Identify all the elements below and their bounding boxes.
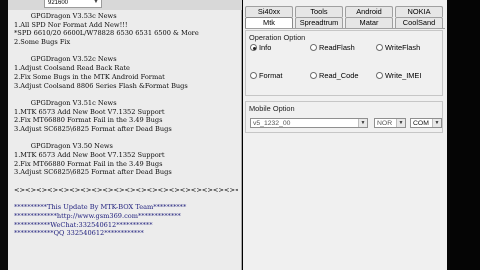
radio-format[interactable]: Format [250, 71, 282, 80]
radio-writeflash[interactable]: WriteFlash [376, 43, 420, 52]
log-line: 1.Adjust Coolsand Read Back Rate [14, 64, 130, 73]
left-edge-bar [0, 0, 8, 270]
tab-coolsand[interactable]: CoolSand [395, 17, 443, 28]
radio-dot-icon [250, 44, 257, 51]
log-line: 2.Fix MT66880 Format Fail in the 3.49 Bu… [14, 116, 163, 125]
tab-android[interactable]: Android [345, 6, 393, 17]
mobile-option-title: Mobile Option [249, 104, 295, 113]
port-combo[interactable]: COM ▼ [410, 118, 442, 128]
radio-label: ReadFlash [319, 43, 355, 52]
right-edge-bar [447, 0, 480, 270]
log-line: GPGDragon V3.51c News [14, 98, 117, 107]
radio-dot-icon [376, 44, 383, 51]
log-line: <><><><><><><><><><><><><><><><><><><><>… [14, 185, 238, 194]
tab-tools[interactable]: Tools [295, 6, 343, 17]
tab-spreadtrum[interactable]: Spreadtrum [295, 17, 343, 28]
radio-dot-icon [310, 72, 317, 79]
chevron-down-icon: ▼ [358, 119, 367, 127]
tab-row-lower: Mtk Spreadtrum Matar CoolSand [245, 17, 445, 28]
log-line: 3.Adjust SC6825\6825 Format after Dead B… [14, 124, 172, 133]
flash-type-value: NOR [377, 120, 393, 127]
log-line: *SPD 6610/20 6600L/W78828 6530 6531 6500… [14, 29, 199, 38]
tab-divider [245, 28, 445, 29]
log-line: 2.Fix Some Bugs in the MTK Android Forma… [14, 72, 165, 81]
radio-dot-icon [250, 72, 257, 79]
radio-dot-icon [310, 44, 317, 51]
chevron-down-icon: ▼ [432, 119, 441, 127]
log-line: GPGDragon V3.53c News [14, 12, 117, 20]
mobile-option-group: Mobile Option v5_1232_00 ▼ NOR ▼ COM ▼ [245, 101, 443, 133]
options-panel: Si40xx Tools Android NOKIA Mtk Spreadtrum Mat… [243, 0, 447, 270]
radio-label: Info [259, 43, 272, 52]
radio-readflash[interactable]: ReadFlash [310, 43, 355, 52]
log-line: ***********WeChat:332540612*********** [14, 220, 153, 229]
log-line: *************http://www.gsm369.com******… [14, 211, 181, 220]
log-line: GPGDragon V3.50 News [14, 142, 113, 151]
operation-option-group: Operation Option Info ReadFlash WriteFlash… [245, 30, 443, 96]
log-line: 1.MTK 6573 Add New Boot V7.1352 Support [14, 151, 165, 159]
radio-info[interactable]: Info [250, 43, 271, 52]
radio-label: Format [259, 71, 283, 80]
tab-si40xx[interactable]: Si40xx [245, 6, 293, 17]
tab-mtk[interactable]: Mtk [245, 17, 293, 28]
log-line: 3.Adjust Coolsand 8806 Series Flash &For… [14, 81, 188, 90]
log-line: ************QQ 332540612************ [14, 229, 144, 238]
log-line: 1.MTK 6573 Add New Boot V7.1352 Support [14, 107, 165, 116]
log-line: 3.Adjust SC6825\6825 Format after Dead B… [14, 168, 172, 177]
log-line: **********This Update By MTK-BOX Team***… [14, 203, 187, 212]
log-line: 2.Some Bugs Fix [14, 38, 71, 47]
baud-rate-value: 921600 [48, 0, 69, 6]
chevron-down-icon: ▼ [93, 0, 99, 5]
model-combo[interactable]: v5_1232_00 ▼ [250, 118, 368, 128]
flash-type-combo[interactable]: NOR ▼ [374, 118, 406, 128]
port-value: COM [413, 120, 429, 127]
radio-read-code[interactable]: Read_Code [310, 71, 358, 80]
radio-write-imei[interactable]: Write_IMEI [376, 71, 421, 80]
radio-label: Write_IMEI [385, 71, 422, 80]
baud-rate-combo[interactable]: 921600 ▼ [44, 0, 102, 8]
radio-label: Read_Code [319, 71, 359, 80]
operation-option-title: Operation Option [249, 33, 306, 42]
tab-nokia[interactable]: NOKIA [395, 6, 443, 17]
radio-label: WriteFlash [385, 43, 421, 52]
log-line: GPGDragon V3.52c News [14, 55, 117, 64]
log-top-strip: 921600 ▼ [8, 0, 242, 10]
model-value: v5_1232_00 [253, 120, 291, 127]
log-line: 1.All SPD Nor Format Add New!!! [14, 20, 128, 29]
radio-dot-icon [376, 72, 383, 79]
log-line: 2.Fix MT66880 Format Fail in the 3.49 Bu… [14, 159, 163, 168]
tab-row-upper: Si40xx Tools Android NOKIA [245, 6, 445, 17]
news-log[interactable]: GPGDragon V3.53c News 1.All SPD Nor Forma… [14, 12, 238, 270]
chevron-down-icon: ▼ [396, 119, 405, 127]
tab-matar[interactable]: Matar [345, 17, 393, 28]
log-panel: 921600 ▼ GPGDragon V3.53c News 1.All SPD … [8, 0, 242, 270]
